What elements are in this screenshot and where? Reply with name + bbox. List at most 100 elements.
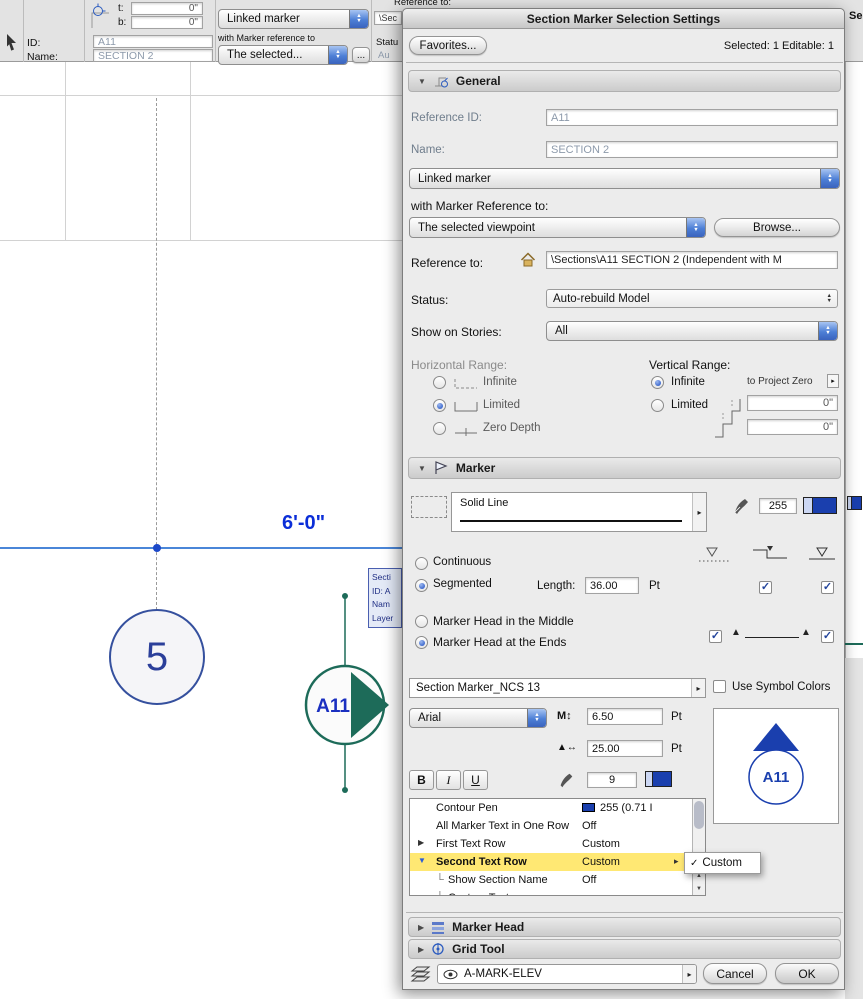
disclosure-closed-icon[interactable]: ▶ — [418, 923, 424, 932]
param-row-show-section-name[interactable]: └ Show Section Name Off — [410, 871, 693, 889]
dropdown-stepper-icon[interactable]: ▲ ▼ — [328, 46, 347, 64]
toolbar-divider — [215, 0, 216, 62]
param-row-first-text-row[interactable]: ▶ First Text Row Custom — [410, 835, 693, 853]
vertical-infinite-radio[interactable] — [651, 376, 664, 389]
text-pen-color-swatch[interactable] — [645, 771, 672, 787]
pen-color-swatch[interactable] — [803, 497, 837, 514]
section-line-node[interactable] — [153, 544, 161, 552]
marker-symbol-dropdown[interactable]: Section Marker_NCS 13 ▸ — [409, 678, 706, 698]
param-row-second-text-row[interactable]: ▼ Second Text Row Custom ▸ — [410, 853, 693, 871]
pen-icon — [560, 773, 573, 788]
top-offset-field[interactable]: 0" — [131, 2, 203, 15]
vertical-offset-bottom-field[interactable]: 0" — [747, 419, 838, 435]
show-on-stories-label: Show on Stories: — [411, 325, 502, 339]
list-scrollbar[interactable]: ▲ ▼ — [692, 799, 705, 895]
head-option-checkbox-1[interactable]: ✓ — [709, 630, 722, 643]
eye-icon[interactable] — [443, 969, 458, 980]
line-type-label[interactable]: Solid Line — [460, 497, 508, 509]
head-option-checkbox-2[interactable]: ✓ — [821, 630, 834, 643]
vertical-offset-top-field[interactable]: 0" — [747, 395, 838, 411]
stories-dropdown[interactable]: All ▲ ▼ — [546, 321, 838, 341]
name-label: Name: — [27, 51, 58, 63]
text-pen-field[interactable]: 9 — [587, 772, 637, 788]
length-field[interactable]: 36.00 — [585, 577, 639, 594]
side-arrow-icon[interactable]: ▸ — [692, 493, 706, 531]
reference-path-field[interactable]: \Sections\A11 SECTION 2 (Independent wit… — [546, 251, 838, 269]
underline-button[interactable]: U — [463, 770, 488, 790]
viewpoint-dropdown[interactable]: The selected viewpoint ▲ ▼ — [409, 217, 706, 238]
marker-section-header[interactable]: ▼ Marker — [408, 457, 841, 479]
cancel-button[interactable]: Cancel — [703, 963, 767, 984]
pen-color-fragment — [847, 496, 862, 510]
disclosure-open-icon[interactable]: ▼ — [418, 856, 426, 865]
italic-button[interactable]: I — [436, 770, 461, 790]
disclosure-open-icon[interactable]: ▼ — [418, 77, 426, 86]
layer-dropdown[interactable]: A-MARK-ELEV ▸ — [437, 964, 697, 984]
horizontal-infinite-radio[interactable] — [433, 376, 446, 389]
use-symbol-colors-checkbox[interactable] — [713, 680, 726, 693]
segment-option-checkbox-1[interactable]: ✓ — [759, 581, 772, 594]
reference-id-field[interactable]: A11 — [546, 109, 838, 126]
horizontal-limited-radio[interactable] — [433, 399, 446, 412]
dropdown-stepper-icon[interactable]: ▲ ▼ — [686, 218, 705, 237]
bold-button[interactable]: B — [409, 770, 434, 790]
segment-option-checkbox-2[interactable]: ✓ — [821, 581, 834, 594]
vertical-limited-radio[interactable] — [651, 399, 664, 412]
horizontal-zero-depth-radio[interactable] — [433, 422, 446, 435]
toolbar-reference-dropdown[interactable]: The selected... ▲ ▼ — [218, 45, 348, 65]
marker-size-field[interactable]: 25.00 — [587, 740, 663, 757]
grid-bubble[interactable]: 5 — [109, 609, 205, 705]
line-pen-field[interactable]: 255 — [759, 498, 797, 514]
dropdown-stepper-icon[interactable]: ▲ ▼ — [818, 322, 837, 340]
more-options-button[interactable]: ... — [352, 47, 370, 63]
marker-section-label: Marker — [455, 461, 496, 475]
side-arrow-icon[interactable]: ▸ — [691, 679, 705, 697]
head-ends-radio[interactable] — [415, 636, 428, 649]
vertical-limited-label: Limited — [671, 399, 709, 411]
ok-button[interactable]: OK — [775, 963, 839, 984]
param-row-custom-text-clipped[interactable]: └ Custom Text — [410, 889, 693, 895]
marker-type-dropdown[interactable]: Linked marker ▲ ▼ — [409, 168, 840, 189]
bottom-offset-field[interactable]: 0" — [131, 16, 203, 29]
disclosure-closed-icon[interactable]: ▶ — [418, 945, 424, 954]
head-triangle-icon: ▲ — [731, 627, 741, 638]
select-tool-icon[interactable] — [3, 32, 20, 55]
grid-tool-section-header[interactable]: ▶ Grid Tool — [408, 939, 841, 959]
dimension-text[interactable]: 6'-0" — [282, 512, 325, 535]
font-size-field[interactable]: 6.50 — [587, 708, 663, 725]
line-type-dropdown[interactable]: Solid Line ▸ — [451, 492, 707, 532]
toolbar-marker-type-dropdown[interactable]: Linked marker ▲ ▼ — [218, 9, 369, 29]
dropdown-stepper-icon[interactable]: ▲ ▼ — [527, 709, 546, 727]
name-field[interactable]: SECTION 2 — [93, 49, 213, 62]
section-line[interactable] — [0, 547, 402, 549]
marker-endpoint[interactable] — [342, 787, 348, 793]
row-popup-arrow-icon[interactable]: ▸ — [674, 856, 679, 867]
marker-name-field[interactable]: SECTION 2 — [546, 141, 838, 158]
head-middle-radio[interactable] — [415, 615, 428, 628]
stepper-icon[interactable]: ▲ ▼ — [827, 293, 837, 304]
side-arrow-icon[interactable]: ▸ — [682, 965, 696, 983]
segmented-radio[interactable] — [415, 579, 428, 592]
id-field[interactable]: A11 — [93, 35, 213, 48]
favorites-button[interactable]: Favorites... — [409, 36, 487, 55]
project-zero-stepper[interactable]: ▸ — [827, 374, 839, 388]
id-label: ID: — [27, 37, 41, 49]
browse-button[interactable]: Browse... — [714, 218, 840, 237]
param-row-all-marker-text[interactable]: All Marker Text in One Row Off — [410, 817, 693, 835]
dialog-title-bar[interactable]: Section Marker Selection Settings — [403, 9, 844, 29]
marker-head-section-header[interactable]: ▶ Marker Head — [408, 917, 841, 937]
scrollbar-thumb[interactable] — [694, 801, 704, 829]
dropdown-stepper-icon[interactable]: ▲ ▼ — [820, 169, 839, 188]
horizontal-range-label: Horizontal Range: — [411, 358, 508, 372]
disclosure-open-icon[interactable]: ▼ — [418, 464, 426, 473]
disclosure-closed-icon[interactable]: ▶ — [418, 838, 424, 847]
param-row-contour-pen[interactable]: Contour Pen 255 (0.71 I — [410, 799, 693, 817]
marker-endpoint[interactable] — [342, 593, 348, 599]
continuous-radio[interactable] — [415, 557, 428, 570]
scroll-down-icon[interactable]: ▼ — [693, 882, 705, 895]
font-dropdown[interactable]: Arial ▲ ▼ — [409, 708, 547, 728]
dropdown-stepper-icon[interactable]: ▲ ▼ — [349, 10, 368, 28]
status-dropdown[interactable]: Auto-rebuild Model ▲ ▼ — [546, 289, 838, 308]
popup-menu-item-custom[interactable]: Custom — [702, 857, 742, 869]
general-section-header[interactable]: ▼ General — [408, 70, 841, 92]
